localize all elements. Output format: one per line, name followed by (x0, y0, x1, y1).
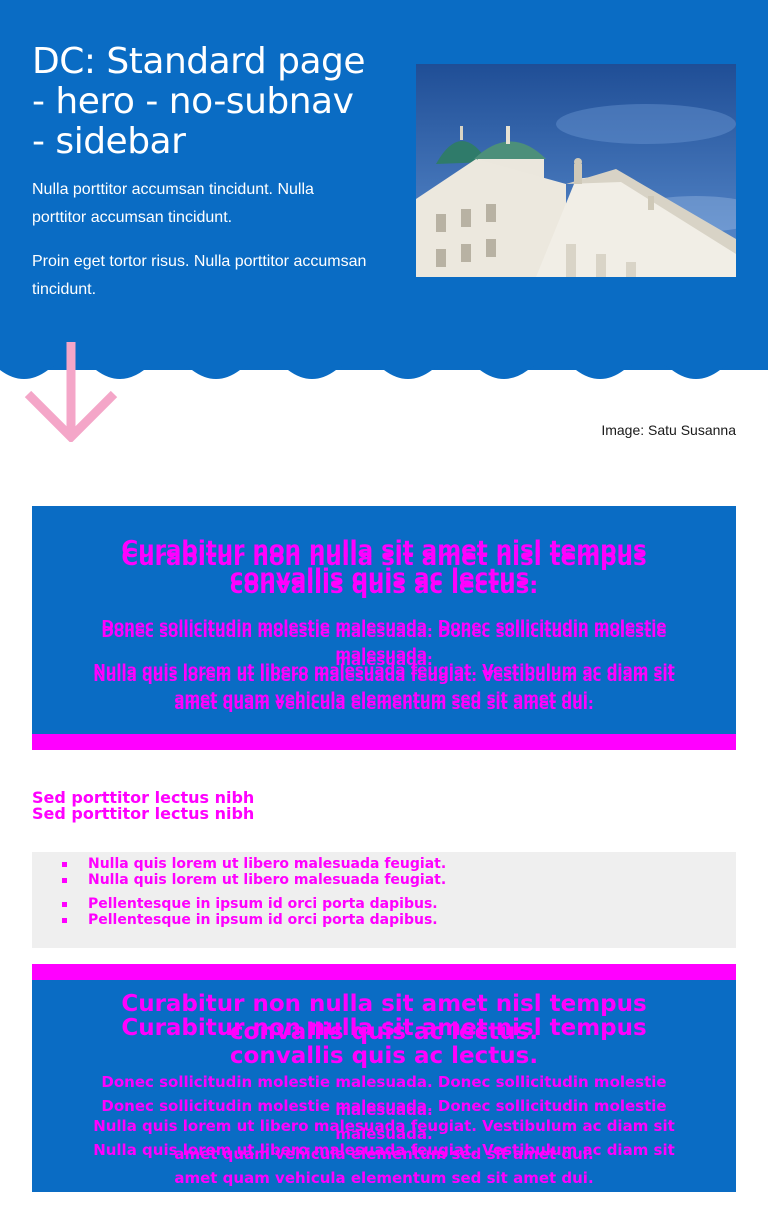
page-title: DC: Standard page - hero - no-subnav - s… (32, 41, 366, 162)
banner-accent-bar (32, 734, 736, 750)
list-box: Nulla quis lorem ut libero malesuada feu… (32, 852, 736, 948)
banner-accent-bar (32, 964, 736, 980)
hero-paragraph: Nulla porttitor accumsan tincidunt. Null… (32, 181, 314, 226)
bullet (62, 902, 67, 907)
bullet (62, 878, 67, 883)
bullet (62, 918, 67, 923)
list-item-duplicate: Nulla quis lorem ut libero malesuada feu… (88, 872, 447, 888)
hero-section: DC: Standard page - hero - no-subnav - s… (0, 0, 768, 370)
highlight-banner: Curabitur non nulla sit amet nisl tempus… (32, 506, 736, 734)
hero-paragraph: Proin eget tortor risus. Nulla porttitor… (32, 253, 367, 298)
banner-text-duplicate: Nulla quis lorem ut libero malesuada feu… (93, 1141, 675, 1187)
banner-title-duplicate: Curabitur non nulla sit amet nisl tempus… (121, 545, 647, 599)
bullet (62, 862, 67, 867)
section-heading-duplicate: Sed porttitor lectus nibh (32, 804, 255, 823)
arrow-down-icon[interactable] (24, 342, 118, 442)
hero-image (416, 64, 736, 277)
banner-title-duplicate: Curabitur non nulla sit amet nisl tempus… (121, 1015, 647, 1069)
image-caption: Image: Satu Susanna (601, 422, 736, 438)
highlight-banner: Curabitur non nulla sit amet nisl tempus… (32, 980, 736, 1192)
list-item-duplicate: Pellentesque in ipsum id orci porta dapi… (88, 912, 438, 928)
banner-text-duplicate: Nulla quis lorem ut libero malesuada feu… (93, 667, 675, 713)
